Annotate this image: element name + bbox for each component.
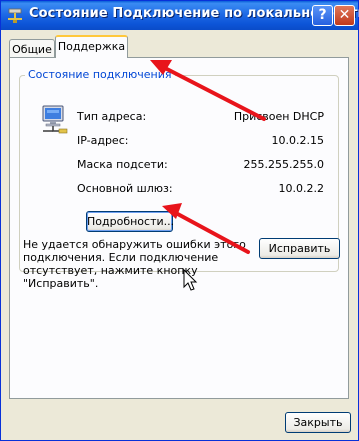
group-title: Состояние подключения: [25, 68, 175, 81]
tab-support[interactable]: Поддержка: [55, 35, 128, 58]
network-computer-icon: [42, 105, 68, 134]
dialog-window: Состояние Подключение по локальной сети …: [0, 0, 359, 441]
address-type-label: Тип адреса:: [77, 110, 147, 123]
close-button[interactable]: Закрыть: [285, 412, 351, 433]
tab-general[interactable]: Общие: [9, 39, 55, 58]
repair-button[interactable]: Исправить: [259, 238, 340, 259]
subnet-mask-value: 255.255.255.0: [243, 158, 324, 171]
help-button[interactable]: ?: [312, 5, 333, 26]
tab-panel: Состояние подключения Тип адреса: Присво…: [9, 57, 349, 399]
diagnostic-message: Не удается обнаружить ошибки этого подкл…: [23, 238, 246, 290]
details-button[interactable]: Подробности...: [86, 211, 174, 232]
default-gateway-value: 10.0.2.2: [278, 182, 324, 195]
default-gateway-label: Основной шлюз:: [77, 182, 173, 195]
title-bar[interactable]: Состояние Подключение по локальной сети …: [1, 1, 359, 30]
close-window-button[interactable]: ✕: [334, 5, 355, 26]
window-title: Состояние Подключение по локальной сети: [29, 6, 359, 21]
ip-address-label: IP-адрес:: [77, 134, 129, 147]
address-type-value: Присвоен DHCP: [233, 110, 324, 123]
network-connection-icon: [8, 8, 22, 23]
ip-address-value: 10.0.2.15: [271, 134, 324, 147]
subnet-mask-label: Маска подсети:: [77, 158, 168, 171]
